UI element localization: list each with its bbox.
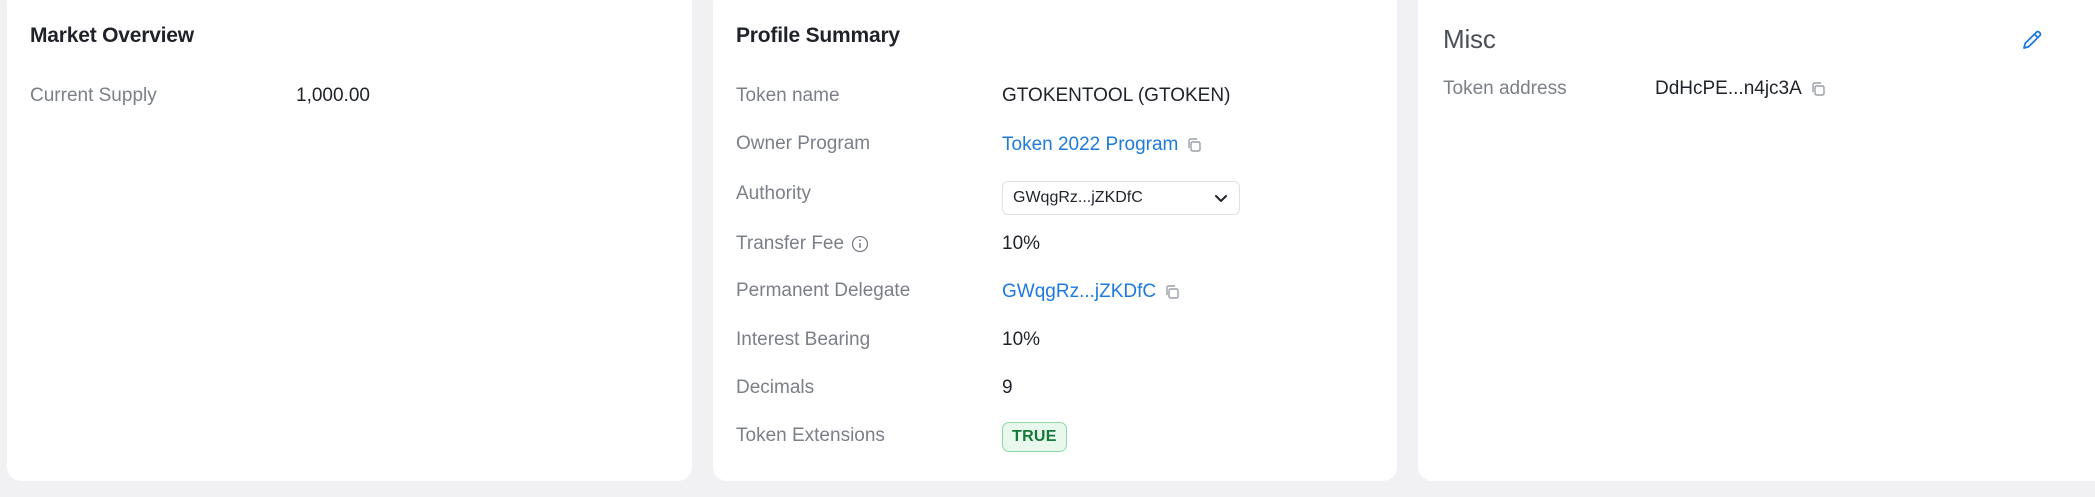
misc-title: Misc (1443, 24, 1496, 54)
owner-program-row: Token 2022 Program (1002, 134, 1202, 156)
copy-icon[interactable] (1810, 81, 1826, 97)
token-address-label: Token address (1443, 78, 1567, 99)
market-overview-card: Market Overview Current Supply 1,000.00 (7, 0, 692, 481)
token-address-value: DdHcPE...n4jc3A (1655, 78, 1802, 99)
market-overview-title: Market Overview (30, 24, 194, 47)
interest-bearing-label: Interest Bearing (736, 329, 871, 350)
info-icon[interactable] (851, 235, 869, 253)
token-extensions-badge: TRUE (1002, 422, 1067, 452)
misc-card: Misc Token address DdHcPE...n4jc3A (1418, 0, 2095, 481)
transfer-fee-label-row: Transfer Fee (736, 233, 869, 255)
transfer-fee-value: 10% (1002, 233, 1041, 254)
token-name-label: Token name (736, 85, 840, 106)
permanent-delegate-label: Permanent Delegate (736, 280, 911, 301)
profile-summary-title: Profile Summary (736, 24, 900, 47)
current-supply-value: 1,000.00 (296, 85, 370, 106)
transfer-fee-label: Transfer Fee (736, 233, 845, 254)
profile-summary-card: Profile Summary Token name GTOKENTOOL (G… (713, 0, 1397, 481)
token-extensions-label: Token Extensions (736, 425, 885, 446)
chevron-down-icon (1213, 190, 1229, 206)
authority-label: Authority (736, 183, 811, 204)
pencil-icon[interactable] (2020, 28, 2044, 52)
permanent-delegate-row: GWqgRz...jZKDfC (1002, 281, 1180, 303)
permanent-delegate-link[interactable]: GWqgRz...jZKDfC (1002, 281, 1156, 303)
decimals-label: Decimals (736, 377, 815, 398)
token-name-value: GTOKENTOOL (GTOKEN) (1002, 85, 1231, 106)
token-address-row: DdHcPE...n4jc3A (1655, 78, 1826, 100)
interest-bearing-value: 10% (1002, 329, 1041, 350)
authority-select[interactable]: GWqgRz...jZKDfC (1002, 181, 1240, 215)
copy-icon[interactable] (1164, 284, 1180, 300)
current-supply-label: Current Supply (30, 85, 157, 106)
owner-program-label: Owner Program (736, 133, 871, 154)
owner-program-link[interactable]: Token 2022 Program (1002, 134, 1178, 156)
copy-icon[interactable] (1186, 137, 1202, 153)
decimals-value: 9 (1002, 377, 1013, 398)
authority-select-value: GWqgRz...jZKDfC (1013, 189, 1143, 206)
